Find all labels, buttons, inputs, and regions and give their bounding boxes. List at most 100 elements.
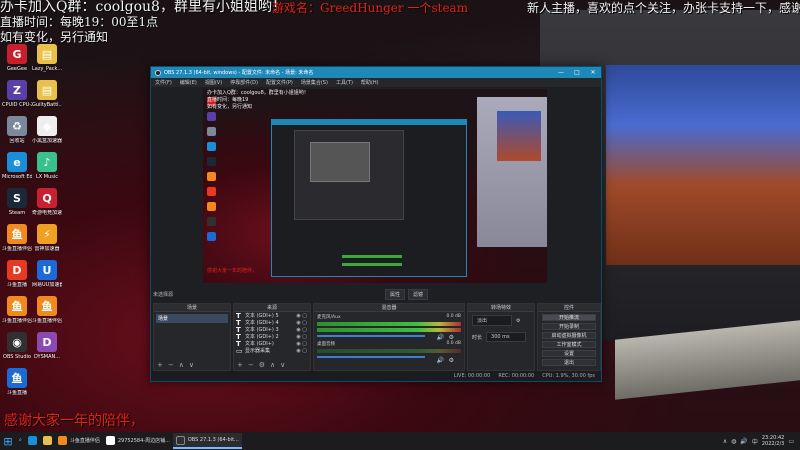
obs-titlebar[interactable]: OBS 27.1.3 (64-bit, windows) - 配置文件: 未命名… bbox=[151, 67, 601, 78]
speaker-icon[interactable]: 🔊 bbox=[437, 334, 444, 341]
desktop-shortcut[interactable]: ♪ LX Music bbox=[32, 152, 62, 180]
desktop-shortcut[interactable]: S Steam bbox=[2, 188, 32, 216]
transitions-dock-title: 转场特效 bbox=[468, 304, 534, 312]
preview-desktop-icons bbox=[205, 97, 229, 247]
mic-volume-meter bbox=[317, 322, 461, 326]
desktop-shortcut[interactable]: 鱼斗鱼直播伴侣 bbox=[2, 296, 32, 324]
settings-button[interactable]: 设置 bbox=[542, 350, 596, 357]
edge-icon: e bbox=[7, 152, 27, 172]
desktop-shortcut[interactable]: ◆ 小黑盒加速器 bbox=[32, 116, 62, 144]
chevron-up-icon[interactable]: ∧ bbox=[723, 438, 727, 445]
desktop-shortcut-label: 斗鱼直播伴侣 bbox=[2, 318, 32, 324]
source-settings-icon[interactable]: ⚙ bbox=[259, 361, 265, 369]
virtual-camera-button[interactable]: 启动虚拟摄像机 bbox=[542, 332, 596, 339]
volume-icon[interactable]: 🔊 bbox=[740, 438, 747, 445]
desktop-shortcut[interactable]: ▤ Lazy_Pack... bbox=[32, 44, 62, 72]
windows-start-icon[interactable]: ⊞ bbox=[0, 433, 16, 449]
desktop-shortcut[interactable]: D DYSMAN... bbox=[32, 332, 62, 360]
visibility-lock-icon[interactable]: ◉ ▢ bbox=[296, 348, 307, 354]
visibility-lock-icon[interactable]: ◉ ▢ bbox=[296, 334, 307, 340]
taskbar-app-obs[interactable]: OBS 27.1.3 (64-bit... bbox=[172, 433, 242, 449]
maximize-icon[interactable]: □ bbox=[569, 69, 585, 76]
visibility-lock-icon[interactable]: ◉ ▢ bbox=[296, 313, 307, 319]
menu-profile[interactable]: 配置文件(P) bbox=[266, 79, 293, 86]
source-item[interactable]: T 文本 (GDI+) 4 ◉ ▢ bbox=[234, 319, 310, 327]
taskbar-search-icon[interactable]: ⌕ bbox=[16, 433, 25, 449]
qiyou-icon: Q bbox=[37, 188, 57, 208]
menu-file[interactable]: 文件(F) bbox=[155, 79, 172, 86]
notification-icon[interactable]: ▭ bbox=[788, 438, 794, 445]
desktop-shortcut[interactable]: 鱼斗鱼直播伴侣 bbox=[2, 224, 32, 252]
menu-view[interactable]: 视图(V) bbox=[205, 79, 222, 86]
start-streaming-button[interactable]: 开始推流 bbox=[542, 314, 596, 321]
properties-button[interactable]: 属性 bbox=[385, 289, 406, 300]
menu-docks[interactable]: 停靠部件(D) bbox=[230, 79, 258, 86]
gear-icon[interactable]: ⚙ bbox=[449, 357, 454, 364]
duration-input[interactable]: 300 ms bbox=[486, 332, 527, 342]
move-down-icon[interactable]: ∨ bbox=[189, 361, 194, 369]
remove-source-icon[interactable]: − bbox=[248, 361, 254, 369]
source-item[interactable]: T 文本 (GDI+) 2 ◉ ▢ bbox=[234, 333, 310, 341]
menu-help[interactable]: 帮助(H) bbox=[361, 79, 379, 86]
filters-button[interactable]: 滤镜 bbox=[408, 289, 429, 300]
sources-dock: 来源 T 文本 (GDI+) 5 ◉ ▢ T 文本 (GDI+) 4 ◉ ▢ T 文本 (… bbox=[233, 303, 311, 371]
transition-settings-icon[interactable]: ⚙ bbox=[516, 318, 520, 324]
obs-window[interactable]: OBS 27.1.3 (64-bit, windows) - 配置文件: 未命名… bbox=[150, 66, 602, 382]
desktop-shortcut[interactable]: ◉ OBS Studio bbox=[2, 332, 32, 360]
taskbar-app-browser[interactable]: 29752584-周边店铺... bbox=[103, 433, 173, 449]
taskbar-edge-icon[interactable] bbox=[25, 433, 40, 449]
desktop-shortcut[interactable]: Z CPUID CPU-Z bbox=[2, 80, 32, 108]
add-source-icon[interactable]: + bbox=[237, 361, 243, 369]
desktop-shortcut[interactable]: ▤ GuiltyBattl... bbox=[32, 80, 62, 108]
menu-edit[interactable]: 编辑(E) bbox=[180, 79, 197, 86]
overlay-schedule-text: 直播时间：每晚19：00至1点 bbox=[0, 15, 159, 29]
visibility-lock-icon[interactable]: ◉ ▢ bbox=[296, 320, 307, 326]
close-icon[interactable]: ✕ bbox=[585, 69, 601, 76]
move-up-icon[interactable]: ∧ bbox=[270, 361, 275, 369]
obs-preview-canvas[interactable]: 办卡加入Q群：coolgou8，群里有小姐姐哟！ 直播时间：每晚19 如有变化，… bbox=[203, 89, 547, 283]
source-item[interactable]: T 文本 (GDI+) 5 ◉ ▢ bbox=[234, 312, 310, 320]
move-up-icon[interactable]: ∧ bbox=[179, 361, 184, 369]
geegee-icon: G bbox=[7, 44, 27, 64]
menu-tools[interactable]: 工具(T) bbox=[336, 79, 353, 86]
mic-volume-meter bbox=[317, 328, 461, 332]
network-icon[interactable]: ◍ bbox=[731, 438, 736, 445]
desktop-shortcut[interactable]: Q 奇游电竞加速器 bbox=[32, 188, 62, 216]
source-item[interactable]: ▭ 显示器采集 ◉ ▢ bbox=[234, 347, 310, 355]
source-item[interactable]: T 文本 (GDI+) ◉ ▢ bbox=[234, 340, 310, 348]
clock[interactable]: 23:20:42 2022/2/3 bbox=[762, 435, 784, 447]
desktop-shortcut[interactable]: ♻ 回收站 bbox=[2, 116, 32, 144]
studio-mode-button[interactable]: 工作室模式 bbox=[542, 341, 596, 348]
taskbar-explorer-icon[interactable] bbox=[40, 433, 55, 449]
desktop-shortcut[interactable]: 鱼斗鱼直播伴侣 bbox=[32, 296, 62, 324]
desktop-shortcut[interactable]: U 网易UU加速器 bbox=[32, 260, 62, 288]
menu-scene-collection[interactable]: 场景集合(S) bbox=[301, 79, 328, 86]
gear-icon[interactable]: ⚙ bbox=[449, 334, 454, 341]
visibility-lock-icon[interactable]: ◉ ▢ bbox=[296, 341, 307, 347]
mic-volume-slider[interactable] bbox=[317, 335, 425, 337]
preview-notice-text: 如有变化，另行通知 bbox=[207, 104, 253, 110]
desktop-shortcut[interactable]: e Microsoft Edge bbox=[2, 152, 32, 180]
mixer-dock-title: 混音器 bbox=[314, 304, 464, 312]
mixer-channel-mic: 麦克风/Aux 0.0 dB 🔊 ⚙ bbox=[317, 314, 461, 341]
start-recording-button[interactable]: 开始录制 bbox=[542, 323, 596, 330]
exit-button[interactable]: 退出 bbox=[542, 359, 596, 366]
desktop-shortcut[interactable]: D 斗鱼直播 bbox=[2, 260, 32, 288]
speaker-icon[interactable]: 🔊 bbox=[437, 357, 444, 364]
source-item[interactable]: T 文本 (GDI+) 3 ◉ ▢ bbox=[234, 326, 310, 334]
add-scene-icon[interactable]: + bbox=[157, 361, 163, 369]
ime-icon[interactable]: 中 bbox=[752, 437, 758, 446]
minimize-icon[interactable]: — bbox=[553, 69, 569, 76]
transition-select[interactable]: 淡出 bbox=[472, 315, 512, 326]
visibility-lock-icon[interactable]: ◉ ▢ bbox=[296, 327, 307, 333]
taskbar-app-douyu[interactable]: 斗鱼直播伴侣 bbox=[55, 433, 103, 449]
scene-item[interactable]: 场景 bbox=[156, 314, 228, 323]
desktop-shortcut[interactable]: 鱼斗鱼直播 bbox=[2, 368, 32, 396]
desktop-volume-slider[interactable] bbox=[317, 356, 425, 358]
desktop-shortcut[interactable]: G GeeGee bbox=[2, 44, 32, 72]
remove-scene-icon[interactable]: − bbox=[168, 361, 174, 369]
obs-window-title: OBS 27.1.3 (64-bit, windows) - 配置文件: 未命名… bbox=[164, 70, 314, 76]
desktop-shortcut-label: 斗鱼直播 bbox=[6, 390, 27, 396]
move-down-icon[interactable]: ∨ bbox=[280, 361, 285, 369]
desktop-shortcut[interactable]: ⚡ 雷神加速器 bbox=[32, 224, 62, 252]
